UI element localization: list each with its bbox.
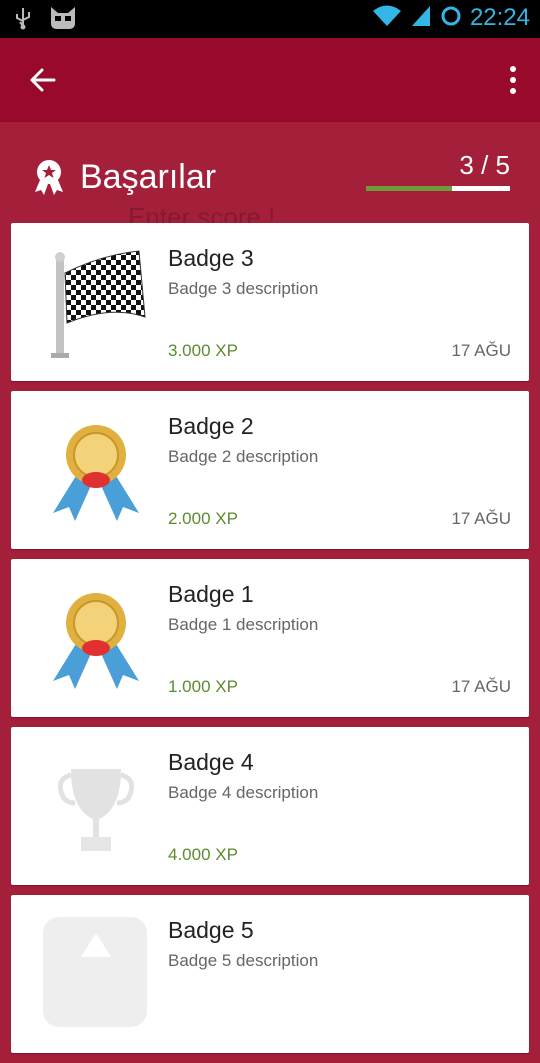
status-bar: 22:24 [0, 0, 540, 38]
progress-count: 3 / 5 [459, 150, 510, 180]
shield-badge-icon [41, 917, 151, 1032]
app-bar [0, 38, 540, 122]
badge-xp: 2.000 XP [168, 509, 238, 528]
battery-ring-icon [440, 5, 462, 31]
back-button[interactable] [22, 58, 66, 102]
badge-xp: 4.000 XP [168, 845, 238, 864]
badge-title: Badge 5 [168, 917, 254, 943]
badge-description: Badge 1 description [168, 615, 319, 634]
badge-card[interactable]: Badge 1 Badge 1 description 1.000 XP 17 … [11, 559, 529, 717]
checkered-flag-icon [41, 245, 151, 360]
badge-date: 17 AĞU [451, 341, 511, 360]
overflow-menu-button[interactable] [498, 58, 528, 102]
signal-icon [410, 4, 432, 32]
badge-card[interactable]: Badge 2 Badge 2 description 2.000 XP 17 … [11, 391, 529, 549]
badge-list[interactable]: Badge 3 Badge 3 description 3.000 XP 17 … [11, 223, 529, 1063]
clock: 22:24 [469, 4, 530, 31]
badge-title: Badge 4 [168, 749, 254, 775]
badge-xp: 3.000 XP [168, 341, 238, 360]
progress-fill [366, 186, 453, 191]
badge-card[interactable]: Badge 4 Badge 4 description 4.000 XP [11, 727, 529, 885]
gold-medal-icon [41, 413, 151, 528]
trophy-icon [41, 749, 151, 864]
gold-medal-icon [41, 581, 151, 696]
achievements-header: Başarılar Enter score ! 3 / 5 [0, 122, 540, 232]
page-title: Başarılar [80, 158, 217, 196]
badge-card[interactable]: Badge 3 Badge 3 description 3.000 XP 17 … [11, 223, 529, 381]
badge-title: Badge 1 [168, 581, 254, 607]
badge-card[interactable]: Badge 5 Badge 5 description [11, 895, 529, 1053]
badge-date: 17 AĞU [451, 509, 511, 528]
badge-title: Badge 3 [168, 245, 254, 271]
badge-description: Badge 3 description [168, 279, 319, 298]
arrow-left-icon [22, 68, 66, 106]
wifi-icon [372, 4, 402, 32]
badge-date: 17 AĞU [451, 677, 511, 696]
award-ribbon-icon [32, 158, 66, 196]
cat-notification-icon [48, 5, 78, 35]
badge-title: Badge 2 [168, 413, 254, 439]
badge-description: Badge 4 description [168, 783, 319, 802]
usb-icon [14, 6, 32, 34]
more-vert-icon [498, 66, 528, 106]
badge-xp: 1.000 XP [168, 677, 238, 696]
badge-description: Badge 5 description [168, 951, 319, 970]
progress-bar [366, 186, 510, 191]
badge-description: Badge 2 description [168, 447, 319, 466]
